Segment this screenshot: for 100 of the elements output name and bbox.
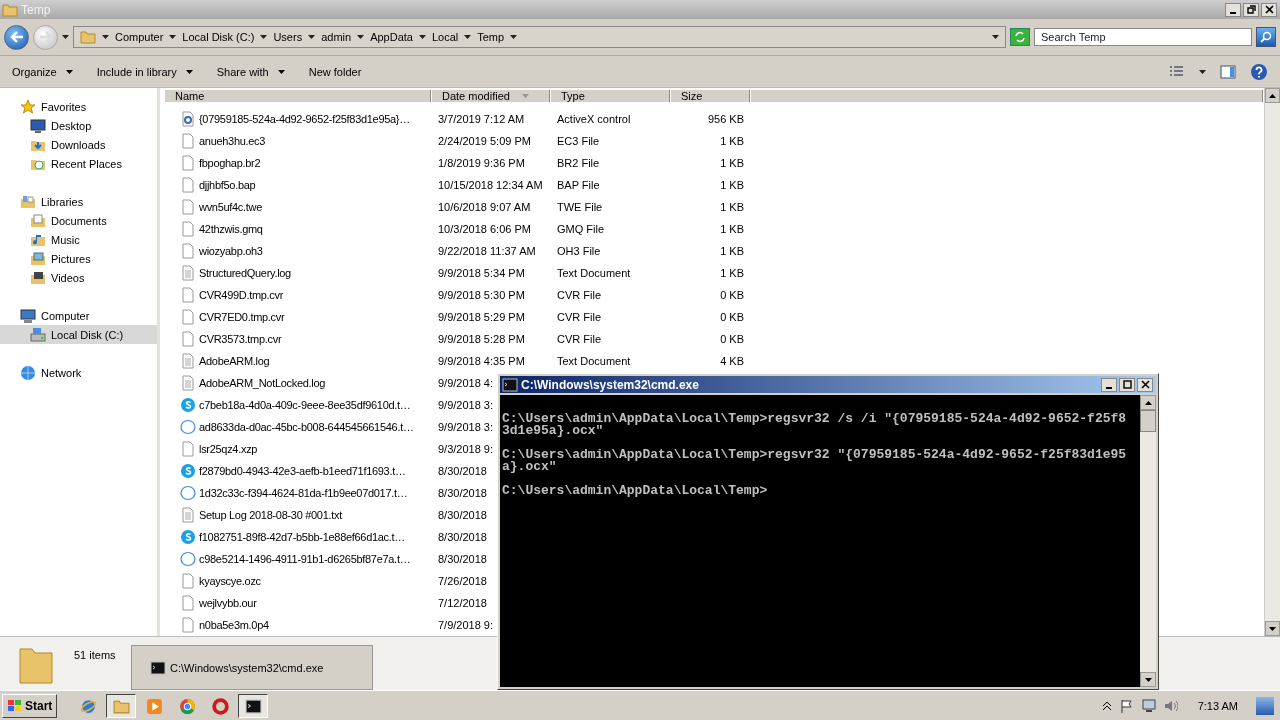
file-name[interactable]: c98e5214-1496-4911-91b1-d6265bf87e7a.t… — [199, 553, 411, 565]
sidebar-item[interactable]: Pictures — [0, 249, 157, 268]
toolbar-button[interactable]: New folder — [308, 65, 362, 78]
date-cell: 8/30/2018 — [438, 531, 487, 543]
file-name[interactable]: wejlvybb.our — [199, 597, 257, 609]
chevron-up-icon[interactable] — [1101, 701, 1112, 711]
sidebar-item[interactable]: Libraries — [0, 192, 157, 211]
taskbar-preview[interactable]: C:\Windows\system32\cmd.exe — [131, 645, 373, 690]
dropdown-arrow-icon[interactable] — [418, 35, 426, 39]
file-name[interactable]: StructuredQuery.log — [199, 267, 291, 279]
file-name[interactable]: anueh3hu.ec3 — [199, 135, 266, 147]
preview-pane-icon[interactable] — [1220, 64, 1236, 79]
scroll-up-button[interactable] — [1265, 88, 1280, 103]
file-name[interactable]: kyayscye.ozc — [199, 575, 261, 587]
sidebar-item[interactable]: Favorites — [0, 97, 157, 116]
breadcrumb-item[interactable]: Users — [273, 31, 303, 43]
file-name[interactable]: fbpoghap.br2 — [199, 157, 261, 169]
dropdown-arrow-icon[interactable] — [260, 35, 268, 39]
minimize-button[interactable] — [1225, 2, 1241, 17]
show-desktop-button[interactable] — [1256, 697, 1274, 715]
history-arrow-icon[interactable] — [62, 35, 69, 39]
scroll-thumb[interactable] — [1140, 410, 1156, 432]
taskbar-button[interactable] — [238, 694, 269, 718]
search-button[interactable] — [1256, 27, 1276, 47]
scrollbar[interactable] — [1264, 88, 1280, 636]
sidebar-item[interactable]: Music — [0, 230, 157, 249]
sidebar-item[interactable]: Documents — [0, 211, 157, 230]
sidebar-item[interactable]: Network — [0, 363, 157, 382]
help-icon[interactable] — [1250, 62, 1268, 81]
videos-icon — [30, 269, 46, 286]
breadcrumb-item[interactable]: Temp — [477, 31, 505, 43]
file-name[interactable]: f1082751-89f8-42d7-b5bb-1e88ef66d1ac.t… — [199, 531, 406, 543]
sidebar-item[interactable]: Local Disk (C:) — [0, 325, 157, 344]
file-name[interactable]: AdobeARM_NotLocked.log — [199, 377, 326, 389]
file-name[interactable]: f2879bd0-4943-42e3-aefb-b1eed71f1693.t… — [199, 465, 406, 477]
console-line: a}.ocx" — [502, 461, 557, 473]
breadcrumb-item[interactable]: admin — [321, 31, 352, 43]
date-cell: 2/24/2019 5:09 PM — [438, 135, 531, 147]
close-button[interactable] — [1137, 377, 1153, 392]
date-cell: 8/30/2018 — [438, 509, 487, 521]
dropdown-arrow-icon[interactable] — [102, 35, 109, 39]
refresh-button[interactable] — [1010, 28, 1030, 46]
dropdown-arrow-icon[interactable] — [510, 35, 518, 39]
file-name[interactable]: CVR499D.tmp.cvr — [199, 289, 284, 301]
taskbar-button[interactable] — [106, 694, 137, 718]
maximize-button[interactable] — [1119, 377, 1135, 392]
scroll-down-button[interactable] — [1140, 672, 1156, 687]
view-dropdown-icon[interactable] — [1199, 69, 1206, 74]
clock[interactable]: 7:13 AM — [1197, 700, 1238, 712]
address-bar[interactable]: Computer Local Disk (C:) Users admin AppData Local Temp — [73, 26, 1006, 48]
toolbar-button[interactable]: Share with — [216, 65, 285, 78]
scrollbar[interactable] — [1140, 395, 1156, 687]
bubble-icon — [180, 529, 196, 545]
file-name[interactable]: 42thzwis.gmq — [199, 223, 263, 235]
dropdown-arrow-icon[interactable] — [308, 35, 316, 39]
sidebar-item[interactable]: Desktop — [0, 116, 157, 135]
breadcrumb-item[interactable]: Local — [431, 31, 459, 43]
date-cell: 10/15/2018 12:34 AM — [438, 179, 543, 191]
breadcrumb-item[interactable]: Computer — [115, 31, 164, 43]
sidebar-item[interactable]: Computer — [0, 306, 157, 325]
start-button[interactable]: Start — [2, 694, 58, 718]
bubble-icon — [180, 397, 196, 413]
file-name[interactable]: c7beb18a-4d0a-409c-9eee-8ee35df9610d.t… — [199, 399, 411, 411]
toolbar-button[interactable]: Include in library — [96, 65, 193, 78]
file-name[interactable]: CVR3573.tmp.cvr — [199, 333, 282, 345]
view-options-icon[interactable] — [1169, 64, 1185, 79]
search-field[interactable]: Search Temp — [1034, 28, 1252, 46]
date-cell: 7/12/2018 — [438, 597, 487, 609]
file-name[interactable]: {07959185-524a-4d92-9652-f25f83d1e95a}… — [199, 113, 410, 125]
sidebar-item[interactable]: Videos — [0, 268, 157, 287]
file-name[interactable]: n0ba5e3m.0p4 — [199, 619, 269, 631]
address-dropdown-icon[interactable] — [992, 35, 999, 39]
toolbar-button[interactable]: Organize — [12, 65, 73, 78]
minimize-button[interactable] — [1101, 377, 1117, 392]
file-name[interactable]: djjhbf5o.bap — [199, 179, 256, 191]
date-cell: 7/26/2018 — [438, 575, 487, 587]
back-button[interactable] — [4, 24, 29, 50]
breadcrumb-item[interactable]: Local Disk (C:) — [182, 31, 255, 43]
flag-icon[interactable] — [1119, 699, 1134, 713]
sidebar-item[interactable]: Downloads — [0, 135, 157, 154]
sidebar-item[interactable]: Recent Places — [0, 154, 157, 173]
breadcrumb-item[interactable]: AppData — [370, 31, 413, 43]
file-name[interactable]: ad8633da-d0ac-45bc-b008-644545661546.t… — [199, 421, 414, 433]
scroll-down-button[interactable] — [1265, 621, 1280, 636]
dropdown-arrow-icon[interactable] — [357, 35, 365, 39]
file-name[interactable]: wvn5uf4c.twe — [199, 201, 263, 213]
date-cell: 9/9/2018 5:30 PM — [438, 289, 525, 301]
restore-button[interactable] — [1243, 2, 1259, 17]
speaker-icon[interactable] — [1163, 699, 1178, 713]
file-name[interactable]: AdobeARM.log — [199, 355, 270, 367]
file-name[interactable]: lsr25qz4.xzp — [199, 443, 258, 455]
file-name[interactable]: 1d32c33c-f394-4624-81da-f1b9ee07d017.t… — [199, 487, 408, 499]
dropdown-arrow-icon[interactable] — [169, 35, 177, 39]
date-cell: 9/9/2018 5:34 PM — [438, 267, 525, 279]
scroll-up-button[interactable] — [1140, 395, 1156, 410]
close-button[interactable] — [1261, 2, 1277, 17]
dropdown-arrow-icon[interactable] — [464, 35, 472, 39]
file-name[interactable]: wiozyabp.oh3 — [199, 245, 263, 257]
file-name[interactable]: Setup Log 2018-08-30 #001.txt — [199, 509, 342, 521]
file-name[interactable]: CVR7ED0.tmp.cvr — [199, 311, 285, 323]
